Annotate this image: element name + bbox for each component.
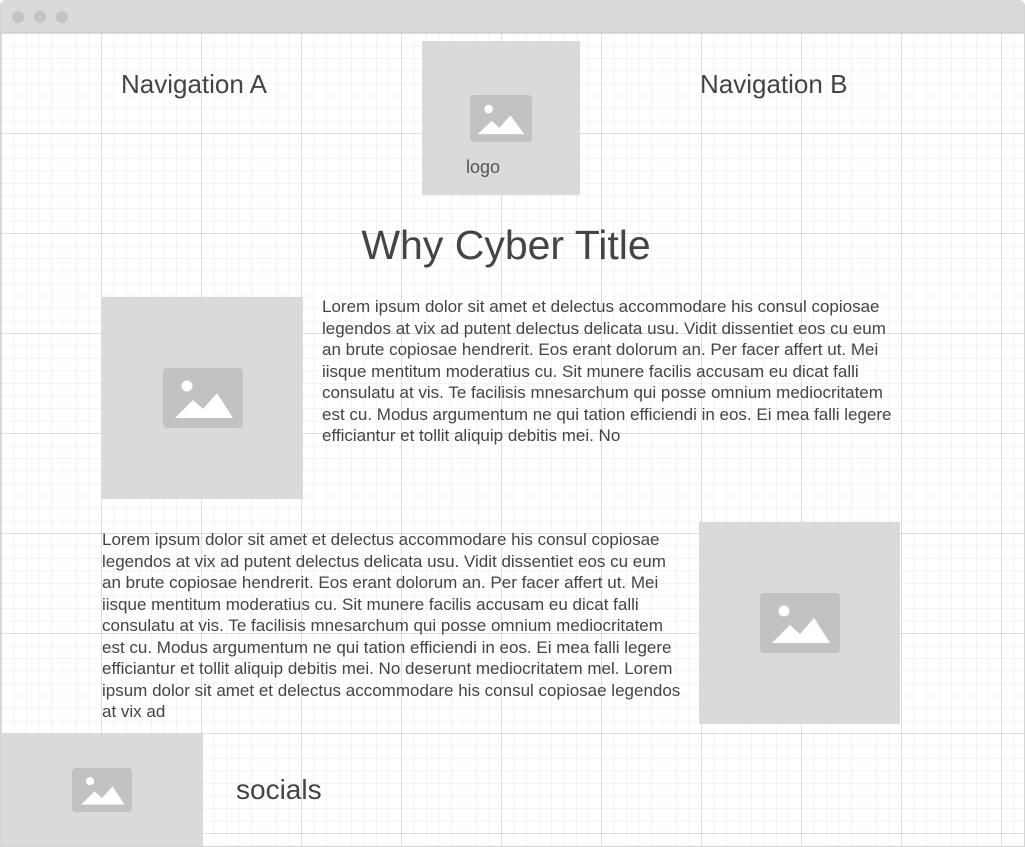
logo-placeholder[interactable]: logo	[422, 41, 580, 195]
navigation-a-link[interactable]: Navigation A	[121, 70, 267, 98]
footer-image	[1, 734, 203, 846]
section-2-text: Lorem ipsum dolor sit amet et delectus a…	[102, 530, 681, 721]
image-placeholder-icon	[470, 95, 532, 142]
image-placeholder-icon	[163, 368, 243, 428]
section-1-text: Lorem ipsum dolor sit amet et delectus a…	[322, 297, 892, 445]
browser-window: Navigation A logo Navigation B Why Cyber…	[0, 0, 1025, 847]
window-close-dot[interactable]	[12, 11, 24, 23]
image-placeholder-icon	[760, 593, 840, 653]
logo-label: logo	[466, 157, 501, 177]
section-2-image	[699, 522, 900, 724]
page-title: Why Cyber Title	[361, 222, 651, 268]
image-placeholder-icon	[72, 768, 132, 812]
socials-link[interactable]: socials	[236, 774, 322, 806]
section-1-image	[102, 297, 303, 499]
window-minimize-dot[interactable]	[34, 11, 46, 23]
window-titlebar	[1, 1, 1024, 33]
navigation-b-link[interactable]: Navigation B	[700, 70, 847, 98]
window-maximize-dot[interactable]	[56, 11, 68, 23]
